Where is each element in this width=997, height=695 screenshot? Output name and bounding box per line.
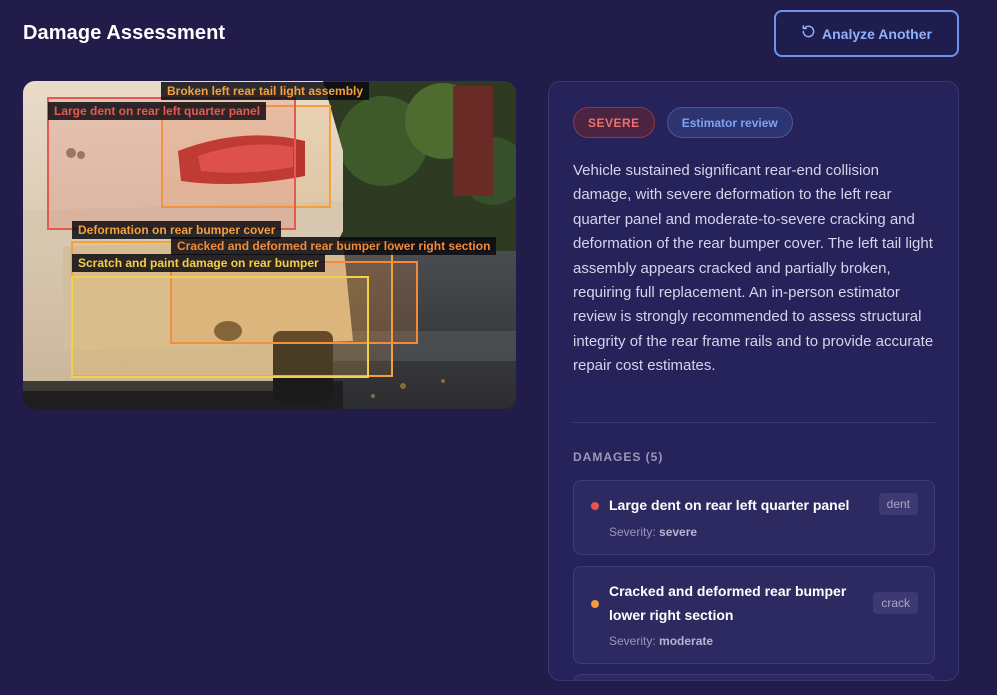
damage-item-partial[interactable] (573, 674, 935, 680)
damage-type-tag: crack (873, 592, 918, 614)
annotation-label-crack: Cracked and deformed rear bumper lower r… (171, 237, 497, 255)
annotation-label-tail-light: Broken left rear tail light assembly (161, 82, 370, 100)
damage-type-tag: dent (878, 493, 918, 515)
annotation-label-scratch: Scratch and paint damage on rear bumper (72, 254, 325, 272)
severity-badge: SEVERE (573, 107, 655, 138)
analyze-another-label: Analyze Another (822, 25, 932, 42)
severity-dot (591, 600, 599, 608)
assessment-panel: SEVERE Estimator review Vehicle sustaine… (548, 81, 959, 681)
refresh-icon (802, 24, 815, 38)
annotation-label-dent: Large dent on rear left quarter panel (48, 102, 267, 120)
damage-severity: Severity: moderate (609, 634, 714, 648)
severity-dot (591, 502, 599, 510)
page: Damage Assessment Analyze Another Broken… (0, 0, 997, 695)
divider (573, 422, 935, 423)
damage-item[interactable]: Large dent on rear left quarter panel Se… (573, 480, 935, 555)
damage-item[interactable]: Cracked and deformed rear bumper lower r… (573, 566, 935, 664)
damage-name: Cracked and deformed rear bumper lower r… (609, 583, 847, 623)
estimator-review-badge: Estimator review (666, 107, 793, 138)
damage-photo: Broken left rear tail light assembly Lar… (23, 81, 516, 409)
damage-name: Large dent on rear left quarter panel (609, 497, 850, 513)
damage-severity: Severity: severe (609, 525, 698, 539)
badge-row: SEVERE Estimator review (573, 107, 793, 138)
analyze-another-button[interactable]: Analyze Another (774, 10, 959, 57)
damages-heading: DAMAGES (5) (573, 450, 664, 464)
page-title: Damage Assessment (23, 22, 226, 44)
annotation-box-scratch (71, 276, 369, 378)
assessment-summary: Vehicle sustained significant rear-end c… (573, 162, 934, 375)
